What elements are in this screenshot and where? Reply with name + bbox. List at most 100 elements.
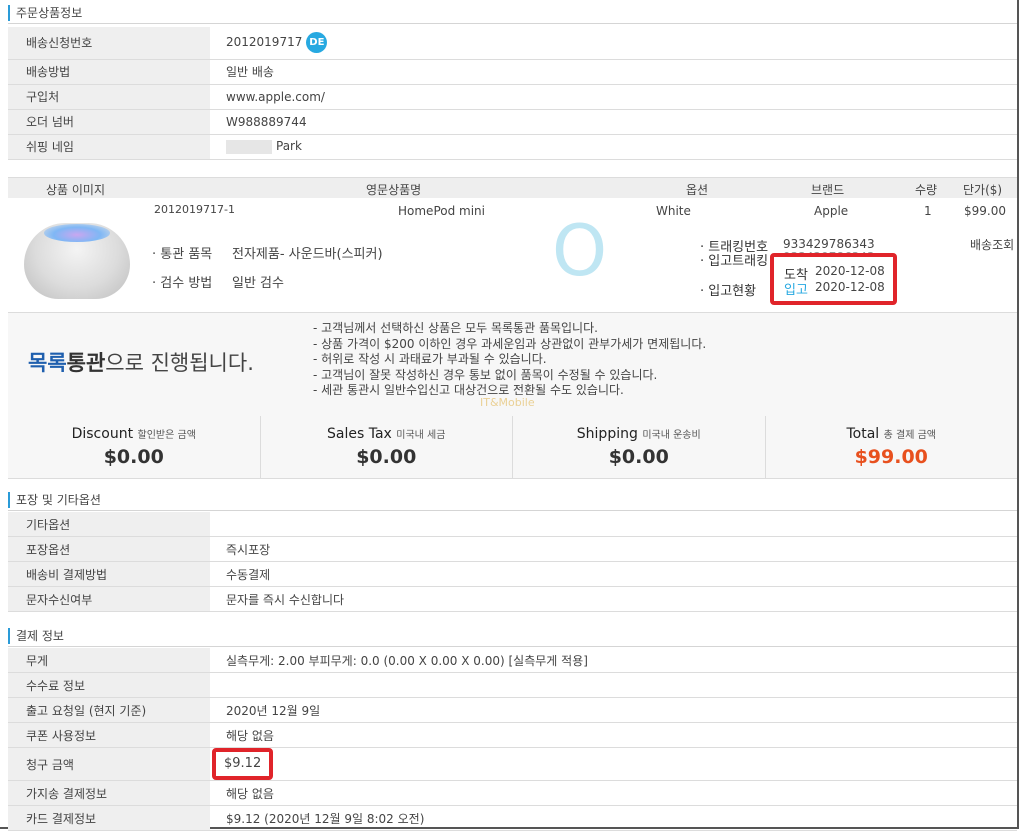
inbound-label: 입고 <box>784 283 808 298</box>
table-row: 청구 금액 $9.12 <box>8 747 1017 781</box>
summary-label-sub: 할인받은 금액 <box>137 430 196 441</box>
watermark: IT&Mobile <box>480 396 535 409</box>
tracking-value: 933429786343 <box>783 237 875 251</box>
country-badge: DE <box>306 32 328 54</box>
table-row: 수수료 정보 <box>8 672 1017 698</box>
row-value: $9.12 (2020년 12월 9일 8:02 오전) <box>210 805 1017 831</box>
order-info-table: 배송신청번호 2012019717 DE 배송방법 일반 배송 구입처 www.a… <box>8 27 1017 160</box>
table-row: 구입처 www.apple.com/ <box>8 84 1017 110</box>
row-value: 문자를 즉시 수신합니다 <box>210 586 1017 612</box>
product-table-header: 상품 이미지 영문상품명 옵션 브랜드 수량 단가($) <box>8 177 1017 198</box>
table-row: 쉬핑 네임 Park <box>8 134 1017 160</box>
table-row: 배송신청번호 2012019717 DE <box>8 27 1017 60</box>
inspect-value: 일반 검수 <box>232 276 284 291</box>
summary-label: Sales Tax 미국내 세금 <box>261 426 513 442</box>
summary-value: $0.00 <box>608 446 669 468</box>
header-image: 상품 이미지 <box>46 183 106 197</box>
list-item: - 고객님이 잘못 작성하신 경우 통보 없이 품목이 수정될 수 있습니다. <box>313 367 658 382</box>
summary-label: Shipping 미국내 운송비 <box>513 426 765 442</box>
payment-table: 무게 실측무게: 2.00 부피무게: 0.0 (0.00 X 0.00 X 0… <box>8 648 1017 831</box>
track-link[interactable]: 배송조회 <box>970 236 1014 253</box>
row-label: 기타옵션 <box>8 512 210 537</box>
inspect-label: · 검수 방법 <box>152 276 213 291</box>
row-value: 일반 배송 <box>210 59 1017 85</box>
notice-title: 목록통관으로 진행됩니다. <box>28 347 254 377</box>
summary-value: $99.00 <box>854 446 928 468</box>
summary-total: Total 총 결제 금액 $99.00 <box>765 416 1018 478</box>
table-row: 오더 넘버 W988889744 <box>8 109 1017 135</box>
summary-label-sub: 미국내 운송비 <box>642 430 701 441</box>
notice-list: - 고객님께서 선택하신 상품은 모두 목록통관 품목입니다. - 상품 가격이… <box>313 321 706 399</box>
row-label: 청구 금액 <box>8 747 210 781</box>
row-label: 구입처 <box>8 84 210 110</box>
inbound-date: 2020-12-08 <box>815 280 885 294</box>
row-value: 실측무게: 2.00 부피무게: 0.0 (0.00 X 0.00 X 0.00… <box>210 648 1017 673</box>
row-value <box>210 672 1017 698</box>
row-label: 무게 <box>8 648 210 673</box>
header-price: 단가($) <box>963 183 1003 197</box>
redacted-name <box>226 139 272 154</box>
item-price: $99.00 <box>964 204 1006 218</box>
table-row: 포장옵션 즉시포장 <box>8 536 1017 562</box>
customs-value: 전자제품- 사운드바(스피커) <box>232 247 383 262</box>
order-info-section-title: 주문상품정보 <box>8 4 1017 24</box>
row-label: 수수료 정보 <box>8 672 210 698</box>
row-value: W988889744 <box>210 109 1017 135</box>
row-label: 문자수신여부 <box>8 586 210 612</box>
row-value: 2012019717 DE <box>210 27 1017 60</box>
table-row: 출고 요청일 (현지 기준) 2020년 12월 9일 <box>8 697 1017 723</box>
row-value: 해당 없음 <box>210 780 1017 806</box>
header-name: 영문상품명 <box>366 183 422 197</box>
row-label: 배송신청번호 <box>8 27 210 60</box>
notice-title-part3: 으로 진행됩니다. <box>105 351 254 375</box>
summary-label-sub: 총 결제 금액 <box>883 430 936 441</box>
payment-section-title: 결제 정보 <box>8 627 1017 647</box>
item-option: White <box>656 204 691 218</box>
payment-title: 결제 정보 <box>8 628 64 644</box>
summary-label-main: Total <box>846 426 880 442</box>
row-label: 가지송 결제정보 <box>8 780 210 806</box>
inbound-status-label: · 입고현황 <box>700 284 757 299</box>
table-row: 무게 실측무게: 2.00 부피무게: 0.0 (0.00 X 0.00 X 0… <box>8 648 1017 673</box>
summary-value: $0.00 <box>103 446 164 468</box>
summary-discount: Discount 할인받은 금액 $0.00 <box>8 416 261 478</box>
status-mark: O <box>552 210 608 292</box>
table-row: 배송방법 일반 배송 <box>8 59 1017 85</box>
table-row: 가지송 결제정보 해당 없음 <box>8 780 1017 806</box>
row-label: 포장옵션 <box>8 536 210 562</box>
item-name: HomePod mini <box>398 204 485 218</box>
product-image-top <box>44 224 110 242</box>
row-value: 2020년 12월 9일 <box>210 697 1017 723</box>
summary-label: Total 총 결제 금액 <box>766 426 1018 442</box>
list-item: - 상품 가격이 $200 이하인 경우 과세운임과 상관없이 관부가세가 면제… <box>313 336 707 351</box>
shipping-request-number: 2012019717 <box>226 35 303 50</box>
row-label: 카드 결제정보 <box>8 805 210 831</box>
packaging-table: 기타옵션 포장옵션 즉시포장 배송비 결제방법 수동결제 문자수신여부 문자를 … <box>8 512 1017 612</box>
row-label: 배송방법 <box>8 59 210 85</box>
notice-title-part2: 통관 <box>66 351 106 375</box>
table-row: 기타옵션 <box>8 512 1017 537</box>
row-value: $9.12 <box>210 747 1017 781</box>
row-label: 배송비 결제방법 <box>8 561 210 587</box>
list-item: - 고객님께서 선택하신 상품은 모두 목록통관 품목입니다. <box>313 321 598 335</box>
summary-shipping: Shipping 미국내 운송비 $0.00 <box>513 416 766 478</box>
customs-label: · 통관 품목 <box>152 247 213 262</box>
summary-label-main: Shipping <box>576 426 638 442</box>
billed-amount-highlight: $9.12 <box>212 748 274 780</box>
row-value: Park <box>210 134 1017 160</box>
row-label: 출고 요청일 (현지 기준) <box>8 697 210 723</box>
order-info-title: 주문상품정보 <box>8 5 82 21</box>
summary-label-main: Discount <box>71 426 134 442</box>
table-row: 쿠폰 사용정보 해당 없음 <box>8 722 1017 748</box>
row-label: 오더 넘버 <box>8 109 210 135</box>
header-option: 옵션 <box>686 183 709 197</box>
item-code: 2012019717-1 <box>154 203 235 216</box>
row-value: 해당 없음 <box>210 722 1017 748</box>
arrival-date: 2020-12-08 <box>815 264 885 278</box>
inbound-tracking-label: · 입고트래킹 <box>700 254 769 269</box>
summary-label: Discount 할인받은 금액 <box>8 426 260 442</box>
summary-label-main: Sales Tax <box>327 426 392 442</box>
row-value: 수동결제 <box>210 561 1017 587</box>
header-brand: 브랜드 <box>811 183 845 197</box>
row-label: 쉬핑 네임 <box>8 134 210 160</box>
